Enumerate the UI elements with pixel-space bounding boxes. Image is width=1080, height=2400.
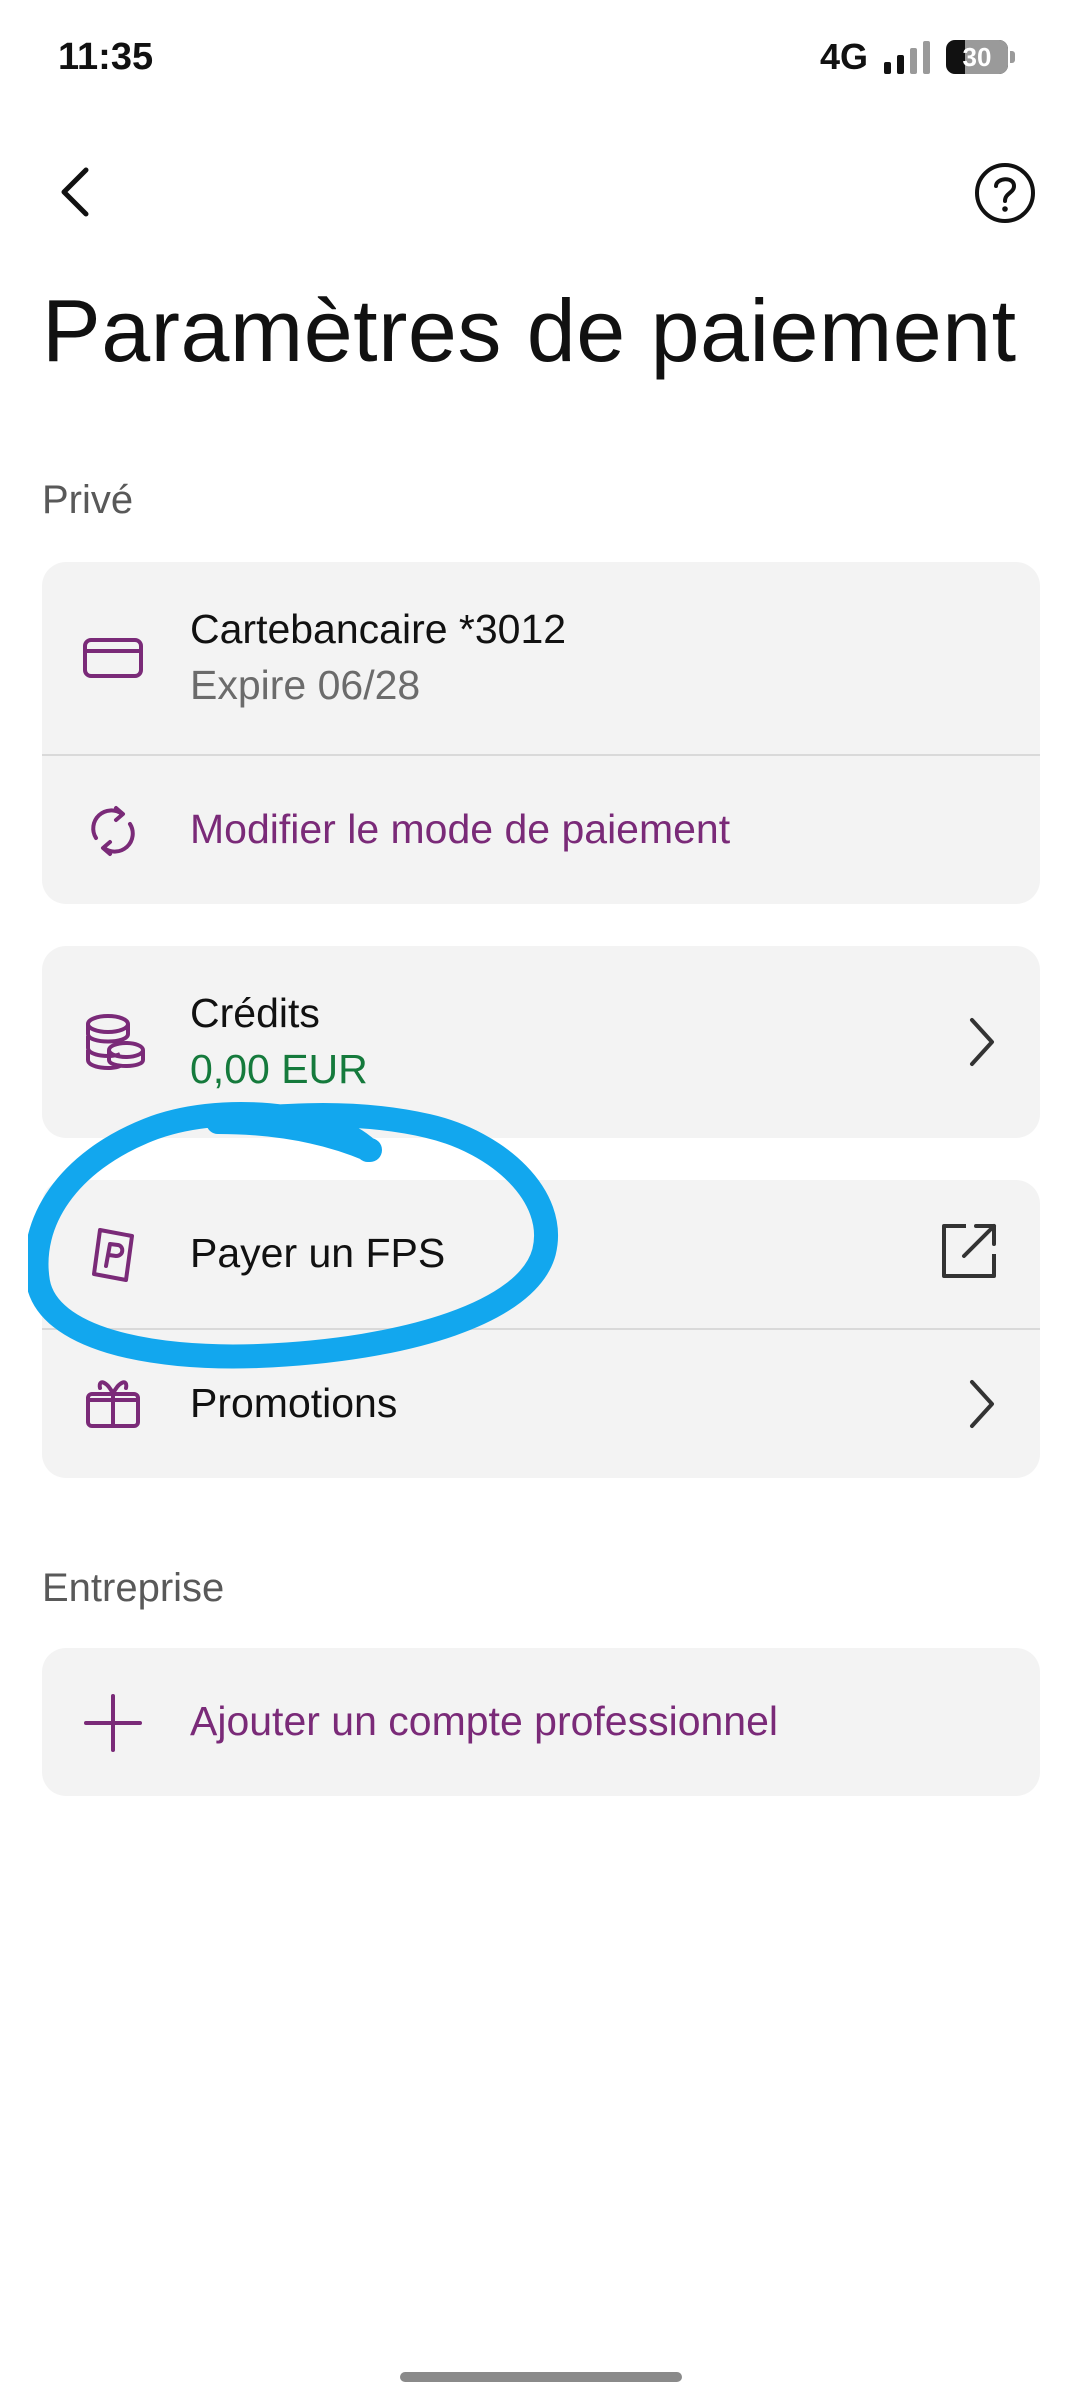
chevron-right-icon <box>970 1018 994 1066</box>
chevron-right-icon <box>970 1380 994 1428</box>
credits-row[interactable]: Crédits 0,00 EUR <box>42 946 1040 1138</box>
coins-icon <box>86 1014 145 1070</box>
home-indicator[interactable] <box>400 2372 682 2382</box>
credits-label: Crédits <box>190 990 320 1036</box>
page-title: Paramètres de paiement <box>42 281 1017 380</box>
pay-fps-label: Payer un FPS <box>190 1230 446 1276</box>
promotions-label: Promotions <box>190 1380 398 1426</box>
section-label-private: Privé <box>42 478 134 522</box>
credit-card-icon <box>83 638 143 678</box>
promotions-row[interactable]: Promotions <box>42 1330 1040 1478</box>
signal-icon <box>884 40 930 74</box>
network-type: 4G <box>819 36 868 77</box>
help-button[interactable] <box>972 160 1038 226</box>
section-label-business: Entreprise <box>42 1566 225 1610</box>
payment-card-title: Cartebancaire *3012 <box>190 606 567 652</box>
status-indicators: 4G 30 <box>819 36 1015 78</box>
back-button[interactable] <box>42 152 112 232</box>
change-payment-method-button[interactable]: Modifier le mode de paiement <box>42 756 1040 904</box>
pay-fps-row[interactable]: Payer un FPS <box>42 1180 1040 1328</box>
refresh-icon <box>91 806 135 856</box>
battery-level: 30 <box>962 41 992 72</box>
battery-icon: 30 <box>946 40 1015 74</box>
add-business-account-label: Ajouter un compte professionnel <box>190 1698 779 1744</box>
payment-card-row[interactable]: Cartebancaire *3012 Expire 06/28 <box>42 562 1040 754</box>
services-card: Payer un FPS Promotions <box>42 1180 1040 1478</box>
add-business-account-button[interactable]: Ajouter un compte professionnel <box>42 1648 1040 1796</box>
payment-card-expiry: Expire 06/28 <box>190 662 421 708</box>
parking-ticket-icon <box>92 1228 134 1282</box>
credits-card[interactable]: Crédits 0,00 EUR <box>42 946 1040 1138</box>
payment-method-card: Cartebancaire *3012 Expire 06/28 Modifie… <box>42 562 1040 904</box>
change-payment-method-label: Modifier le mode de paiement <box>190 806 731 852</box>
plus-icon <box>84 1694 142 1752</box>
chevron-left-icon <box>61 167 89 217</box>
gift-icon <box>86 1380 140 1428</box>
external-link-icon <box>942 1224 996 1278</box>
status-time: 11:35 <box>58 36 154 78</box>
credits-value: 0,00 EUR <box>190 1046 368 1092</box>
question-circle-icon <box>975 163 1035 223</box>
business-card: Ajouter un compte professionnel <box>42 1648 1040 1796</box>
